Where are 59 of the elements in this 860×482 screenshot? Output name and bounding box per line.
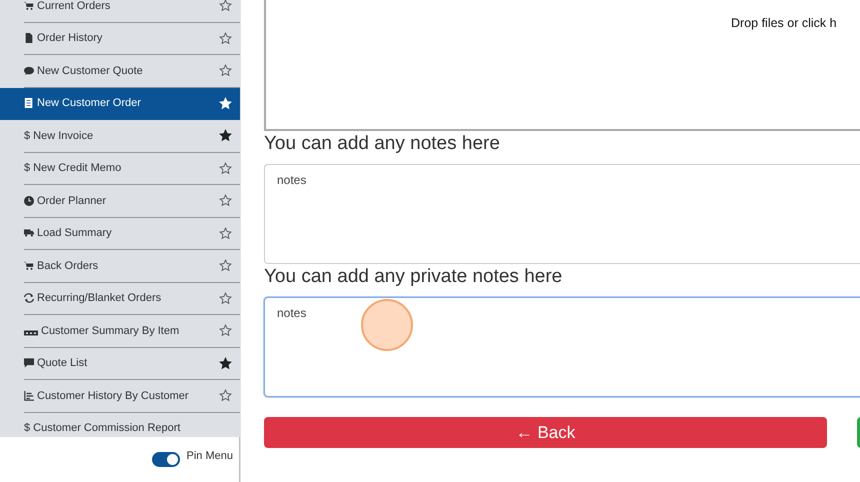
chart-icon	[24, 390, 34, 401]
item-label: Order History	[37, 32, 102, 44]
sidebar-item[interactable]: Current Orders	[24, 0, 240, 22]
clock-icon	[24, 196, 34, 206]
item-label: $ Customer Commission Report	[24, 422, 180, 434]
sidebar-item[interactable]: Customer History By Customer	[24, 380, 240, 412]
comment-icon	[24, 358, 34, 368]
sidebar-item[interactable]: Recurring/Blanket Orders	[24, 282, 240, 315]
file-icon	[24, 33, 34, 44]
star-outline-icon[interactable]	[219, 162, 232, 175]
sidebar-item[interactable]: Back Orders	[24, 250, 240, 282]
item-label: Recurring/Blanket Orders	[37, 292, 162, 304]
item-label: $ New Credit Memo	[24, 162, 122, 174]
sync-icon	[24, 293, 34, 304]
star-outline-icon[interactable]	[219, 194, 232, 208]
item-label: Load Summary	[37, 227, 112, 240]
sidebar-item[interactable]: $ New Credit Memo	[24, 152, 240, 185]
notes-label: You can add any notes here	[264, 132, 501, 156]
private-notes-label: You can add any private notes here	[264, 265, 564, 289]
item-label: New Customer Order	[37, 97, 141, 110]
dropzone-text: Drop files or click h	[731, 16, 837, 30]
star-outline-icon[interactable]	[219, 64, 232, 78]
private-notes-field[interactable]: notes	[264, 297, 860, 397]
star-outline-icon[interactable]	[219, 324, 232, 338]
filled-star-icon[interactable]	[219, 356, 232, 370]
cart-icon	[24, 260, 34, 271]
ellipsis-icon	[24, 329, 38, 336]
sidebar-item[interactable]: Customer Summary By Item	[24, 315, 240, 348]
item-label: $ New Invoice	[24, 130, 94, 142]
item-label: Customer Summary By Item	[41, 324, 180, 337]
item-label: Quote List	[37, 357, 88, 370]
star-outline-icon[interactable]	[219, 32, 232, 45]
star-outline-icon[interactable]	[219, 292, 232, 305]
sidebar-item[interactable]: Load Summary	[24, 218, 240, 250]
sidebar-item[interactable]: Order History	[24, 22, 240, 55]
sidebar-item[interactable]: $ New Invoice	[24, 120, 240, 152]
file-dropzone[interactable]: Drop files or click h	[264, 0, 860, 131]
back-button[interactable]: ← Back	[264, 417, 827, 448]
comment-icon	[24, 66, 34, 76]
truck-icon	[24, 228, 34, 238]
sidebar-item[interactable]: Quote List	[24, 348, 240, 380]
pin-menu-toggle[interactable]	[152, 452, 180, 467]
item-label: Current Orders	[37, 0, 110, 12]
document-icon	[24, 98, 34, 108]
click-indicator	[361, 299, 413, 351]
notes-field[interactable]: notes	[264, 164, 860, 264]
star-outline-icon[interactable]	[219, 226, 232, 240]
item-label: New Customer Quote	[37, 64, 143, 77]
filled-star-icon[interactable]	[219, 129, 232, 142]
item-label: Order Planner	[37, 194, 106, 207]
star-outline-icon[interactable]	[219, 389, 232, 402]
pin-menu-label: Pin Menu	[186, 450, 233, 462]
item-label: Back Orders	[37, 260, 98, 272]
cart-icon	[24, 0, 34, 11]
star-outline-icon[interactable]	[219, 0, 232, 12]
sidebar-item[interactable]: Order Planner	[24, 185, 240, 218]
item-label: Customer History By Customer	[37, 390, 189, 402]
star-outline-icon[interactable]	[219, 259, 232, 272]
sidebar-item[interactable]: New Customer Order	[0, 88, 240, 120]
